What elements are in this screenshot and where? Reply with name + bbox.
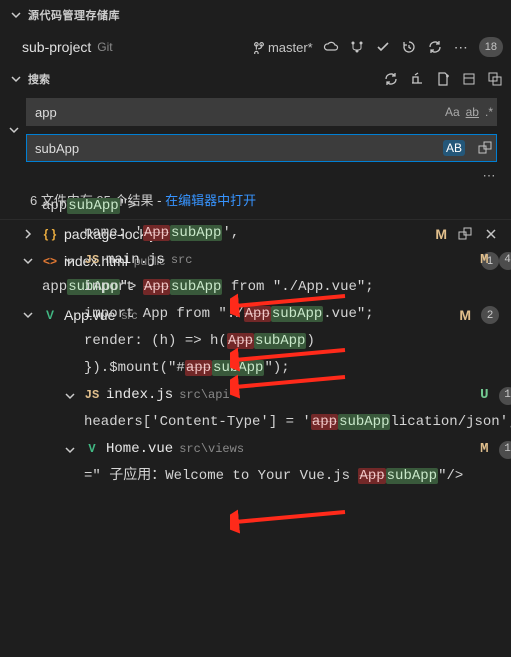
graph-icon[interactable] [349, 39, 365, 55]
code-line: import AppsubApp from "./App.vue"; [84, 274, 374, 301]
chevron-down-icon[interactable] [8, 7, 24, 23]
file-status: U [480, 382, 488, 409]
collapse-icon[interactable] [461, 71, 477, 87]
diff-del: App [244, 306, 271, 322]
code-line: appsubApp">name: 'AppsubApp', JS main.js… [42, 193, 511, 490]
chevron-down-icon[interactable] [62, 388, 78, 404]
match-count-badge: 1 [499, 441, 511, 459]
diff-del: App [358, 468, 385, 484]
file-name: main.js [106, 247, 165, 274]
code-line: import App from "./AppsubApp.vue"; [84, 301, 374, 328]
file-row[interactable]: JS index.js src\api U1 [42, 382, 511, 409]
match-count-badge: 4 [499, 252, 511, 270]
match-row[interactable]: appsubApp">name: 'AppsubApp', JS main.js… [0, 328, 511, 355]
file-name: Home.vue [106, 436, 173, 463]
chevron-down-icon[interactable] [8, 71, 24, 87]
match-row[interactable]: render: (h) => h(AppsubApp) [42, 328, 511, 355]
chevron-right-icon[interactable] [20, 226, 36, 242]
refresh-icon[interactable] [427, 39, 443, 55]
file-type-icon: V [84, 442, 100, 458]
match-row[interactable]: name: 'AppsubApp', [42, 220, 511, 247]
file-path: src\views [179, 436, 244, 463]
file-status: M [480, 247, 488, 274]
diff-del: App [143, 279, 170, 295]
match-row[interactable]: }).$mount("#appsubApp"); [42, 355, 511, 382]
file-type-icon: JS [84, 253, 100, 269]
diff-add: subApp [271, 306, 323, 322]
new-file-icon[interactable] [435, 71, 451, 87]
diff-add: subApp [170, 225, 222, 241]
diff-add: subApp [338, 414, 390, 430]
replace-input[interactable] [26, 134, 497, 162]
file-name: index.js [106, 382, 173, 409]
diff-add: subApp [170, 279, 222, 295]
match-row[interactable]: =" 子应用：Welcome to Your Vue.js AppsubApp"… [42, 463, 511, 490]
clear-icon[interactable] [409, 71, 425, 87]
chevron-down-icon[interactable] [62, 442, 78, 458]
chevron-down-icon[interactable] [20, 307, 36, 323]
expand-icon[interactable] [487, 71, 503, 87]
check-icon[interactable] [375, 39, 391, 55]
match-row[interactable]: import AppsubApp from "./App.vue"; [42, 274, 511, 301]
repo-name[interactable]: sub-project [22, 39, 91, 55]
regex-toggle[interactable]: .* [485, 105, 493, 119]
replace-all-icon[interactable] [477, 140, 493, 156]
scm-count-badge: 18 [479, 37, 503, 57]
match-word-toggle[interactable]: ab [466, 105, 479, 119]
match-row[interactable]: headers['Content-Type'] = 'appsubApplica… [42, 409, 511, 436]
search-panel-title: 搜索 [28, 71, 50, 87]
file-path: src [171, 247, 193, 274]
diff-del: App [143, 225, 170, 241]
code-line: }).$mount("#appsubApp"); [84, 355, 290, 382]
code-line: name: 'AppsubApp', [84, 220, 239, 247]
scm-panel-title: 源代码管理存储库 [28, 7, 120, 23]
more-icon[interactable]: ⋯ [481, 168, 497, 184]
refresh-icon[interactable] [383, 71, 399, 87]
diff-add: subApp [212, 360, 264, 376]
file-row[interactable]: JS main.js src M4 [42, 247, 511, 274]
diff-add: subApp [254, 333, 306, 349]
annotation-arrow [230, 507, 350, 537]
branch-name: master* [268, 40, 313, 55]
code-line: headers['Content-Type'] = 'appsubApplica… [84, 409, 511, 436]
diff-del: appsubApp"> [42, 193, 511, 220]
diff-del: app [185, 360, 212, 376]
search-input[interactable] [26, 98, 497, 126]
code-line: render: (h) => h(AppsubApp) [84, 328, 315, 355]
diff-del: app [311, 414, 338, 430]
diff-add: subApp [67, 198, 119, 214]
match-count-badge: 1 [499, 387, 511, 405]
diff-add: subApp [386, 468, 438, 484]
file-status: M [480, 436, 488, 463]
code-line: =" 子应用：Welcome to Your Vue.js AppsubApp"… [84, 463, 463, 490]
branch-icon[interactable]: master* [252, 39, 313, 55]
search-results-tree: { } package-lock.json M <> index.html pu… [0, 220, 511, 355]
match-case-toggle[interactable]: Aa [445, 105, 460, 119]
chevron-down-icon[interactable] [20, 253, 36, 269]
cloud-icon[interactable] [323, 39, 339, 55]
more-icon[interactable]: ⋯ [453, 39, 469, 55]
file-path: src\api [179, 382, 229, 409]
history-icon[interactable] [401, 39, 417, 55]
chevron-down-icon[interactable] [6, 122, 22, 138]
file-row[interactable]: V Home.vue src\views M1 [42, 436, 511, 463]
match-row[interactable]: import App from "./AppsubApp.vue"; [42, 301, 511, 328]
file-type-icon: JS [84, 388, 100, 404]
diff-del: App [227, 333, 254, 349]
preserve-case-toggle[interactable]: AB [443, 140, 465, 156]
vcs-label: Git [97, 40, 112, 54]
chevron-down-icon[interactable] [62, 253, 78, 269]
